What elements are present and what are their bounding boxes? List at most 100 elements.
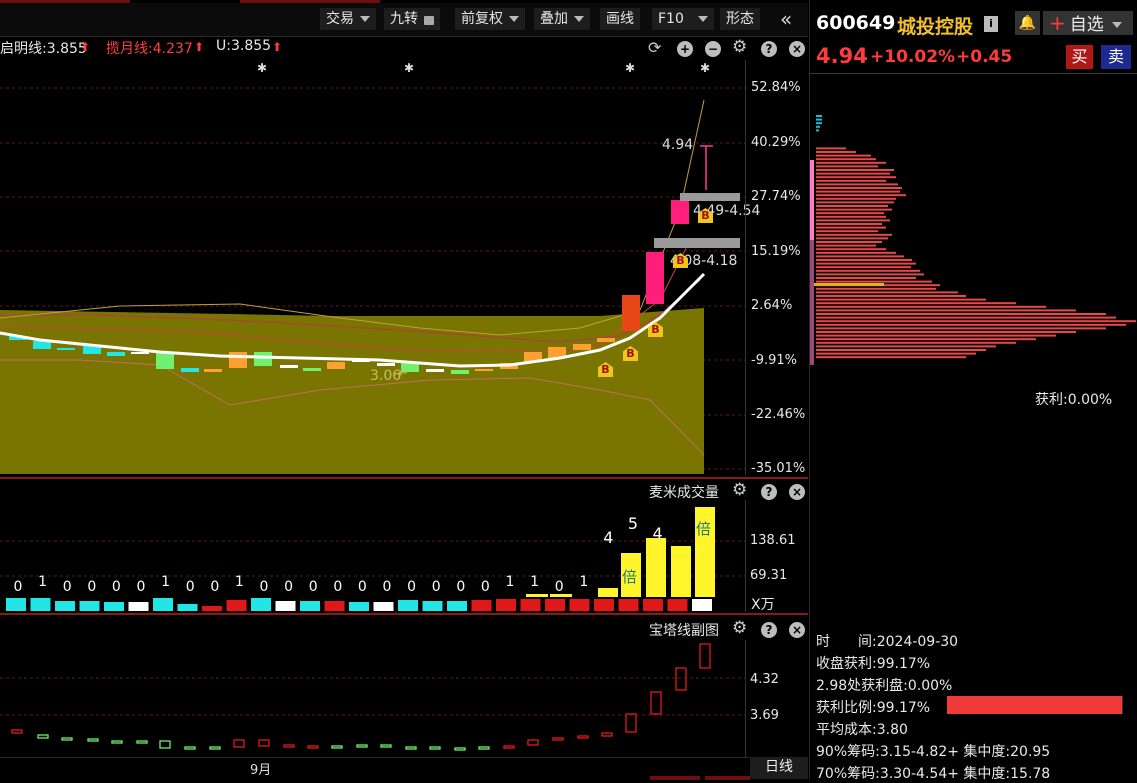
help-icon[interactable]: ? — [761, 484, 777, 500]
refresh-icon[interactable]: ⟳ — [648, 38, 661, 57]
trade-label: 交易 — [326, 11, 354, 27]
chip-bar — [816, 125, 820, 128]
chip-bar — [816, 251, 896, 254]
volume-count-label: 4 — [652, 524, 663, 543]
main-axis-label: -9.91% — [751, 353, 797, 368]
zoom-in-icon[interactable]: + — [677, 41, 693, 57]
period-button[interactable]: 日线 — [750, 757, 808, 779]
tower-bar — [307, 745, 319, 749]
volume-bar — [104, 602, 124, 611]
chevron-down-icon — [1111, 22, 1122, 28]
trade-button[interactable]: 交易 — [320, 8, 376, 30]
volume-count-label: 0 — [284, 579, 294, 595]
sell-button[interactable]: 卖 — [1101, 45, 1131, 69]
main-axis-label: 15.19% — [751, 244, 801, 259]
close-icon[interactable]: × — [789, 41, 805, 57]
candle — [426, 369, 444, 372]
chip-distribution-chart — [810, 115, 1136, 365]
indicator-lanyue: 揽月线:4.237 — [106, 41, 193, 57]
badge-bei: 倍 — [622, 568, 638, 586]
candle — [280, 365, 298, 368]
chip-bar — [816, 161, 886, 164]
volume-bar — [324, 601, 345, 611]
volume-count-label: 0 — [185, 579, 195, 595]
chip-bar — [816, 187, 902, 189]
volume-count-label: 0 — [382, 579, 392, 595]
candle — [156, 353, 174, 369]
volume-panel-title: 麦米成交量 — [649, 485, 719, 501]
candle — [475, 369, 493, 371]
scrollbar-segment[interactable] — [705, 776, 750, 780]
draw-line-button[interactable]: 画线 — [600, 8, 640, 30]
bell-button[interactable]: 🔔 — [1015, 11, 1040, 35]
tower-bar — [675, 667, 687, 691]
gear-icon[interactable]: ⚙ — [732, 618, 747, 638]
candle — [327, 362, 345, 369]
chip-bar — [816, 331, 1076, 333]
overlay-button[interactable]: 叠加 — [534, 8, 590, 30]
tower-bar — [601, 732, 613, 737]
chip-bar — [816, 305, 1046, 308]
volume-count-label: 1 — [38, 574, 48, 590]
chip-bar — [816, 334, 1056, 337]
close-icon[interactable]: × — [789, 484, 805, 500]
draw-line-label: 画线 — [606, 11, 634, 27]
candle — [107, 352, 125, 356]
zoom-out-icon[interactable]: − — [705, 41, 721, 57]
volume-bar — [300, 601, 320, 611]
volume-count-label: 1 — [530, 574, 540, 590]
gear-icon[interactable]: ⚙ — [732, 480, 747, 500]
collapse-icon[interactable]: « — [780, 7, 792, 31]
pattern-button[interactable]: 形态 — [720, 8, 760, 30]
tower-bar — [136, 740, 148, 744]
candle — [229, 352, 247, 368]
chip-time: 时 间:2024-09-30 — [816, 634, 959, 650]
help-icon[interactable]: ? — [761, 622, 777, 638]
restore-right-button[interactable]: 前复权 — [455, 8, 525, 30]
chip-bar — [816, 233, 892, 236]
chip-bar — [816, 338, 1036, 341]
chip-bar — [816, 327, 1106, 330]
buy-button[interactable]: 买 — [1066, 45, 1093, 69]
candle — [57, 348, 75, 350]
tower-bar — [87, 738, 99, 742]
volume-bar — [643, 599, 663, 611]
gear-icon[interactable]: ⚙ — [732, 37, 747, 57]
chip-bar — [816, 259, 912, 261]
help-icon[interactable]: ? — [761, 41, 777, 57]
chip-bar — [816, 205, 888, 207]
volume-bar — [177, 604, 198, 611]
tower-bar — [454, 747, 466, 751]
profit-top-label: 获利:0.00% — [1035, 392, 1113, 408]
volume-bar — [30, 598, 51, 611]
volume-bar — [398, 600, 418, 611]
chip-bar — [816, 309, 1076, 312]
chip-bar — [816, 255, 904, 258]
volume-bar — [594, 599, 614, 611]
nine-turn-button[interactable]: 九转 — [384, 8, 440, 30]
f10-button[interactable]: F10 — [652, 8, 714, 30]
axis-divider — [745, 500, 746, 612]
tower-bar — [625, 713, 637, 733]
volume-count-label: 0 — [136, 579, 146, 595]
candle — [671, 200, 689, 224]
scrollbar-segment[interactable] — [650, 776, 700, 780]
month-label: 9月 — [250, 763, 272, 778]
candle — [303, 368, 321, 371]
close-icon[interactable]: × — [789, 622, 805, 638]
volume-count-label: 0 — [308, 579, 318, 595]
add-watchlist-button[interactable]: + 自选 — [1043, 11, 1133, 35]
tower-bar — [209, 746, 221, 750]
info-icon[interactable]: i — [984, 16, 998, 32]
chip-bar — [816, 277, 916, 279]
volume-bar — [202, 606, 222, 611]
tower-bar — [258, 739, 270, 747]
last-price: 4.94 — [816, 44, 868, 68]
main-kline-chart: ✱ ✱ ✱ ✱ — [0, 61, 745, 474]
chip-ratio: 获利比例:99.17% — [816, 700, 931, 716]
chip-bar — [816, 226, 886, 229]
tower-bar — [111, 740, 123, 744]
main-axis-label: 40.29% — [751, 135, 801, 150]
chip-bar — [816, 273, 924, 276]
tower-bar — [478, 746, 490, 750]
